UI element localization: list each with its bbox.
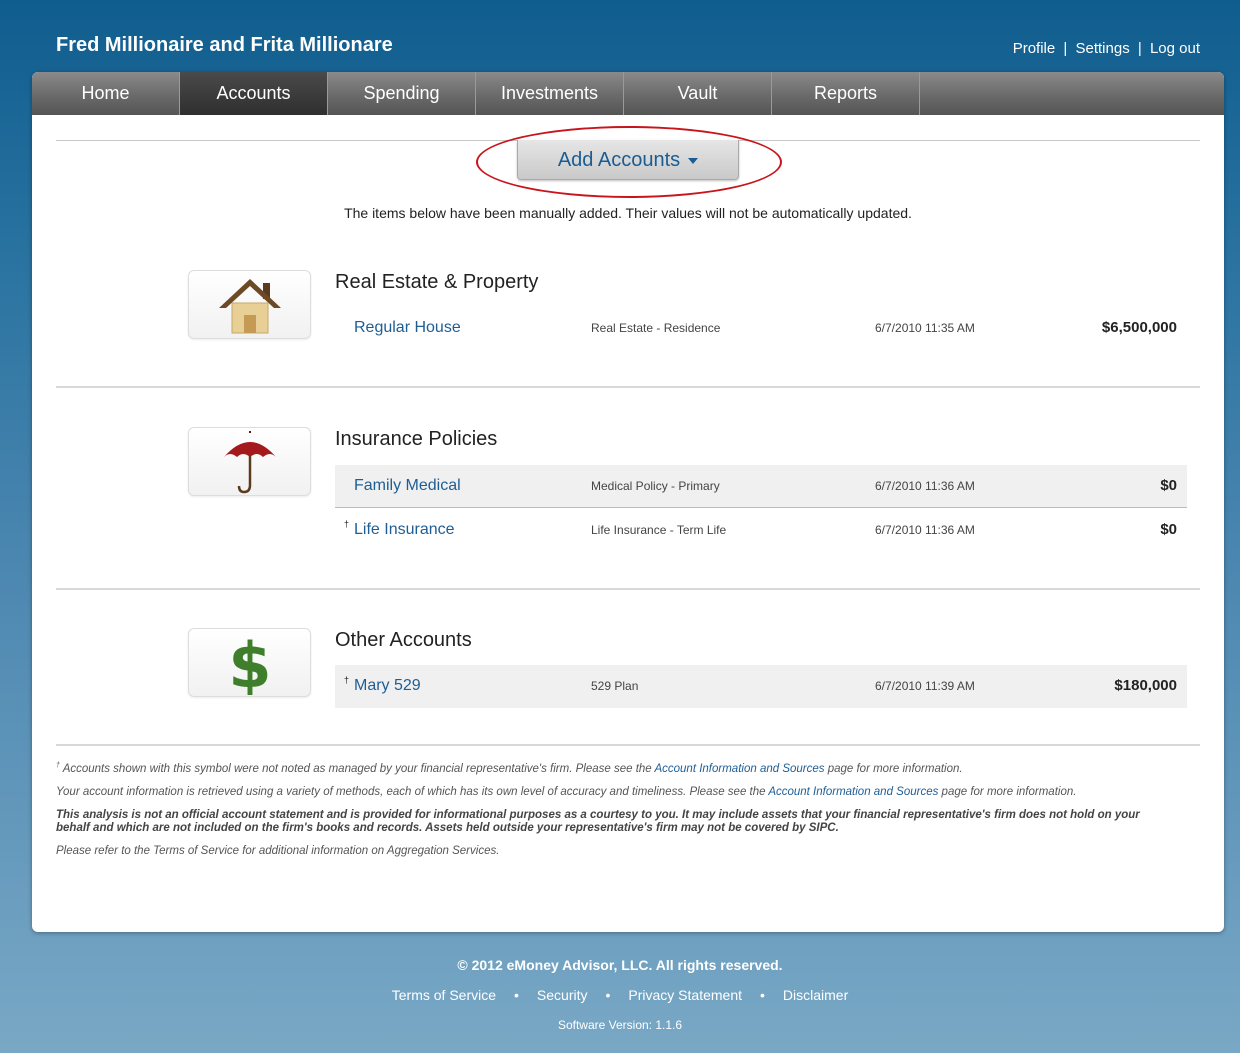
house-icon-tile xyxy=(188,270,311,339)
dagger-mark: † xyxy=(344,519,350,529)
footnote-dagger: † Accounts shown with this symbol were n… xyxy=(56,759,1176,776)
highlight-annotation xyxy=(476,126,782,198)
divider xyxy=(56,588,1200,590)
account-link[interactable]: † Life Insurance xyxy=(344,519,455,539)
account-link[interactable]: † Mary 529 xyxy=(344,675,421,695)
account-type: Real Estate - Residence xyxy=(591,321,721,335)
account-date: 6/7/2010 11:36 AM xyxy=(875,523,975,537)
account-link[interactable]: Regular House xyxy=(354,319,461,337)
footnote-text: page for more information. xyxy=(824,762,963,775)
account-value: $0 xyxy=(1160,477,1177,494)
dagger-mark: † xyxy=(344,675,350,685)
footnotes: † Accounts shown with this symbol were n… xyxy=(56,759,1176,868)
account-info-sources-link[interactable]: Account Information and Sources xyxy=(654,763,824,775)
footer-dot: • xyxy=(514,987,519,1003)
umbrella-icon xyxy=(223,430,276,493)
section-title-real-estate: Real Estate & Property xyxy=(335,271,539,293)
footnote-disclaimer: This analysis is not an official account… xyxy=(56,808,1140,834)
tab-home[interactable]: Home xyxy=(32,72,180,115)
account-type: 529 Plan xyxy=(591,679,639,693)
tab-accounts[interactable]: Accounts xyxy=(180,72,328,115)
divider xyxy=(56,386,1200,388)
disclaimer-link[interactable]: Disclaimer xyxy=(783,987,848,1003)
umbrella-icon-tile xyxy=(188,427,311,496)
main-nav: Home Accounts Spending Investments Vault… xyxy=(32,72,1224,115)
account-type: Life Insurance - Term Life xyxy=(591,523,727,537)
dollar-icon-tile: $ xyxy=(188,628,311,697)
tab-reports[interactable]: Reports xyxy=(772,72,920,115)
client-name-title: Fred Millionaire and Frita Millionare xyxy=(56,34,393,56)
footnote-text: page for more information. xyxy=(938,785,1077,798)
tab-vault[interactable]: Vault xyxy=(624,72,772,115)
account-value: $6,500,000 xyxy=(1101,319,1177,336)
footnote-accuracy: Your account information is retrieved us… xyxy=(56,786,1176,799)
account-name: Family Medical xyxy=(354,477,461,494)
account-name: Life Insurance xyxy=(354,521,455,538)
account-row: Family Medical Medical Policy - Primary … xyxy=(335,465,1187,508)
account-date: 6/7/2010 11:35 AM xyxy=(875,321,975,335)
header-separator: | xyxy=(1137,40,1142,57)
footer-dot: • xyxy=(760,987,765,1003)
svg-text:$: $ xyxy=(228,631,271,695)
dagger-mark: † xyxy=(56,762,60,769)
account-value: $180,000 xyxy=(1114,677,1177,694)
account-row: † Life Insurance Life Insurance - Term Li… xyxy=(335,509,1187,552)
security-link[interactable]: Security xyxy=(537,987,588,1003)
account-row: Regular House Real Estate - Residence 6/… xyxy=(335,307,1187,350)
footnote-text: Accounts shown with this symbol were not… xyxy=(62,762,655,775)
privacy-statement-link[interactable]: Privacy Statement xyxy=(628,987,742,1003)
section-title-other: Other Accounts xyxy=(335,629,472,651)
account-name: Regular House xyxy=(354,319,461,336)
footnote-text: Your account information is retrieved us… xyxy=(56,785,769,798)
manual-items-note: The items below have been manually added… xyxy=(344,205,912,221)
settings-link[interactable]: Settings xyxy=(1076,40,1130,57)
terms-of-service-link[interactable]: Terms of Service xyxy=(392,987,496,1003)
dollar-icon: $ xyxy=(228,631,271,695)
account-value: $0 xyxy=(1160,521,1177,538)
footer-links: Terms of Service • Security • Privacy Statem… xyxy=(0,987,1240,1003)
house-icon xyxy=(218,278,281,333)
account-info-sources-link[interactable]: Account Information and Sources xyxy=(768,786,938,798)
account-link[interactable]: Family Medical xyxy=(354,477,461,495)
account-date: 6/7/2010 11:36 AM xyxy=(875,479,975,493)
account-date: 6/7/2010 11:39 AM xyxy=(875,679,975,693)
account-type: Medical Policy - Primary xyxy=(591,479,720,493)
tab-spending[interactable]: Spending xyxy=(328,72,476,115)
main-panel: Home Accounts Spending Investments Vault… xyxy=(32,72,1224,932)
profile-link[interactable]: Profile xyxy=(1013,40,1056,57)
account-name: Mary 529 xyxy=(354,677,421,694)
logout-link[interactable]: Log out xyxy=(1150,40,1200,57)
footnote-terms: Please refer to the Terms of Service for… xyxy=(56,844,500,857)
divider xyxy=(56,744,1200,746)
footer-dot: • xyxy=(605,987,611,1003)
header-separator: | xyxy=(1063,40,1068,57)
header-links: Profile | Settings | Log out xyxy=(1013,40,1200,57)
account-row: † Mary 529 529 Plan 6/7/2010 11:39 AM $18… xyxy=(335,665,1187,708)
tab-investments[interactable]: Investments xyxy=(476,72,624,115)
footer-copyright: © 2012 eMoney Advisor, LLC. All rights r… xyxy=(457,957,783,973)
software-version: Software Version: 1.1.6 xyxy=(557,1018,683,1032)
section-title-insurance: Insurance Policies xyxy=(335,428,498,450)
